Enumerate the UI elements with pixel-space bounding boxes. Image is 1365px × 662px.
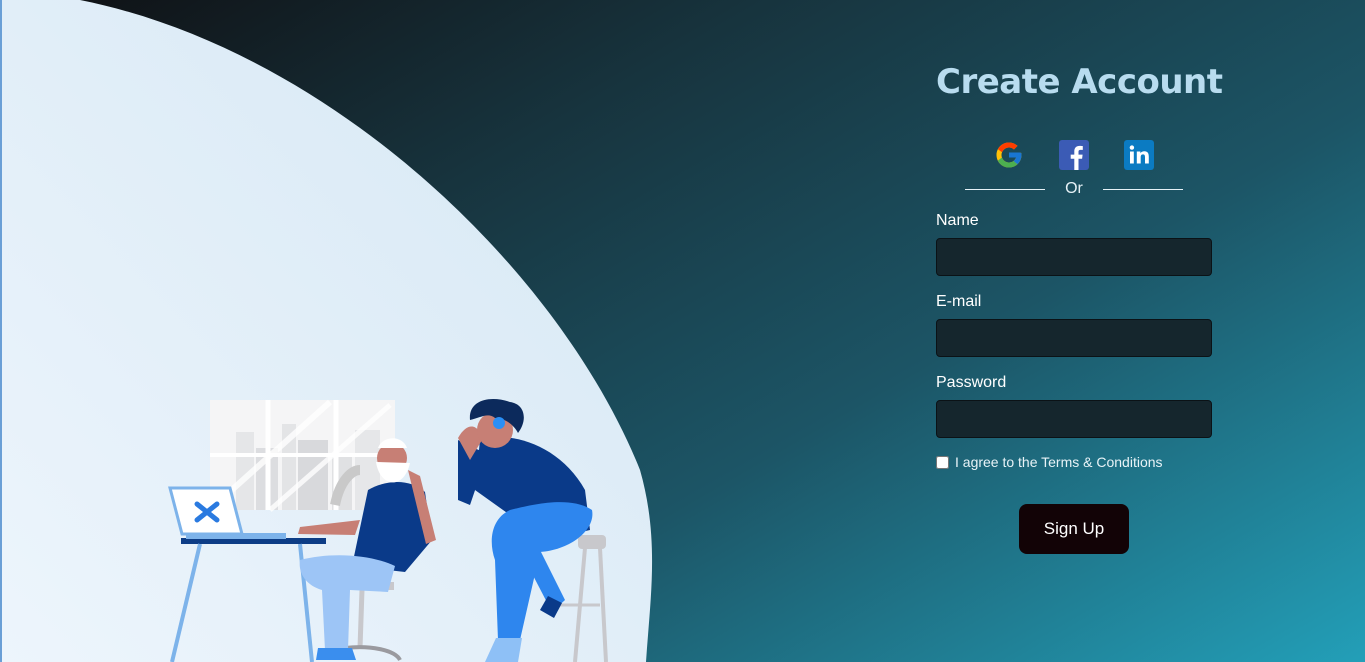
signup-button-wrapper: Sign Up <box>936 504 1212 554</box>
terms-row: I agree to the Terms & Conditions <box>936 454 1212 470</box>
social-login-group <box>936 140 1212 170</box>
password-input[interactable] <box>936 400 1212 438</box>
facebook-login-button[interactable] <box>1059 140 1089 170</box>
linkedin-login-button[interactable] <box>1124 140 1154 170</box>
password-label: Password <box>936 374 1007 391</box>
window-illustration <box>210 399 395 512</box>
linkedin-icon <box>1124 140 1154 170</box>
email-label: E-mail <box>936 293 982 310</box>
terms-checkbox[interactable] <box>936 455 949 469</box>
terms-label: I agree to the Terms & Conditions <box>955 454 1163 470</box>
name-label: Name <box>936 212 979 229</box>
signup-form: Create Account Or Name E-mail Password I… <box>936 62 1223 554</box>
email-input[interactable] <box>936 319 1212 357</box>
signup-button[interactable]: Sign Up <box>1019 504 1129 554</box>
google-icon <box>996 142 1022 168</box>
divider-line <box>965 188 1046 190</box>
google-login-button[interactable] <box>994 140 1024 170</box>
divider-line <box>1102 188 1183 190</box>
or-divider: Or <box>936 180 1212 198</box>
name-input[interactable] <box>936 238 1212 276</box>
divider-label: Or <box>1065 180 1083 197</box>
page-title: Create Account <box>936 62 1223 102</box>
signup-page: Create Account Or Name E-mail Password I… <box>0 0 1365 662</box>
facebook-icon <box>1059 140 1089 170</box>
